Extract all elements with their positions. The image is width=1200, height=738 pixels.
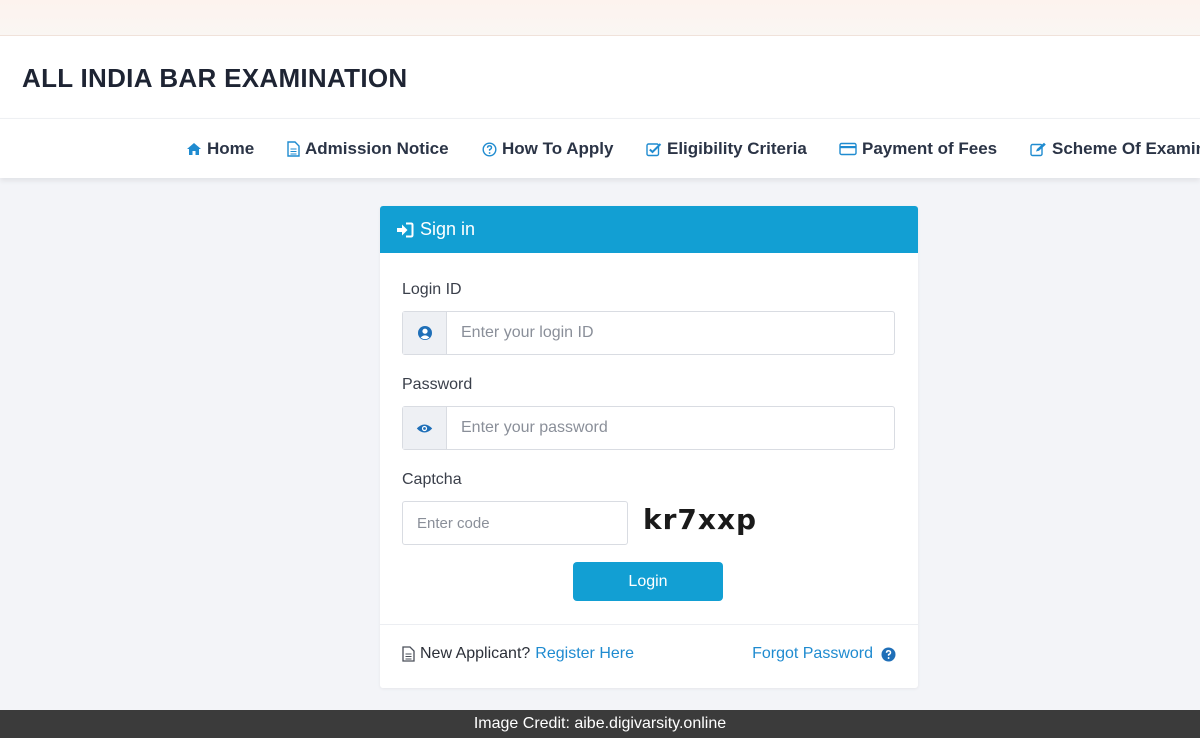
password-label: Password — [402, 376, 473, 393]
captcha-code: kr7xxp — [643, 503, 758, 536]
site-title: ALL INDIA BAR EXAMINATION — [22, 63, 408, 93]
home-icon — [187, 143, 201, 155]
nav-admission-notice-label: Admission Notice — [305, 139, 449, 158]
captcha-label: Captcha — [402, 471, 462, 488]
login-id-group — [402, 311, 895, 355]
nav-home[interactable]: Home — [186, 138, 254, 160]
signin-card-header: Sign in — [380, 206, 918, 253]
question-circle-icon — [482, 141, 497, 157]
top-strip — [0, 0, 1200, 36]
captcha-input[interactable] — [402, 501, 628, 545]
edit-icon — [1030, 142, 1046, 156]
register-link[interactable]: Register Here — [535, 645, 634, 663]
password-group — [402, 406, 895, 450]
nav-how-to-apply[interactable]: How To Apply — [482, 138, 613, 160]
nav-payment-of-fees-label: Payment of Fees — [862, 139, 998, 158]
eye-icon[interactable] — [416, 423, 433, 434]
login-id-addon — [403, 312, 447, 354]
credit-card-icon — [839, 142, 857, 156]
check-square-icon — [646, 142, 662, 156]
password-input[interactable] — [447, 407, 894, 449]
nav-eligibility-criteria[interactable]: Eligibility Criteria — [646, 138, 807, 160]
forgot-password-link[interactable]: Forgot Password — [752, 645, 873, 663]
password-addon — [403, 407, 447, 449]
new-applicant-text: New Applicant? — [420, 645, 531, 662]
user-circle-icon — [417, 326, 432, 340]
signin-card: Sign in Login ID Password Captcha kr7xxp… — [380, 206, 918, 688]
nav-scheme-of-examination-label: Scheme Of Examin — [1052, 139, 1200, 158]
nav-payment-of-fees[interactable]: Payment of Fees — [839, 138, 997, 160]
new-applicant-row: New Applicant? Register Here — [402, 645, 634, 663]
forgot-password-row: Forgot Password — [752, 645, 896, 663]
document-icon — [287, 141, 300, 157]
login-button[interactable]: Login — [573, 562, 723, 601]
site-header: ALL INDIA BAR EXAMINATION — [0, 36, 1200, 118]
nav-home-label: Home — [207, 139, 255, 158]
login-id-label: Login ID — [402, 281, 462, 298]
image-credit-bar: Image Credit: aibe.digivarsity.online — [0, 710, 1200, 738]
document-icon — [402, 646, 415, 662]
sign-in-icon — [397, 222, 414, 237]
signin-title: Sign in — [420, 219, 476, 239]
nav-scheme-of-examination[interactable]: Scheme Of Examin — [1030, 138, 1200, 160]
image-credit-text: Image Credit: aibe.digivarsity.online — [473, 715, 727, 732]
main-navbar: Home Admission Notice How To Apply Eligi… — [0, 118, 1200, 178]
nav-eligibility-criteria-label: Eligibility Criteria — [667, 139, 807, 158]
login-id-input[interactable] — [447, 312, 894, 354]
nav-how-to-apply-label: How To Apply — [502, 139, 614, 158]
nav-admission-notice[interactable]: Admission Notice — [287, 138, 449, 160]
question-circle-icon[interactable] — [881, 647, 896, 662]
card-divider — [380, 624, 918, 625]
